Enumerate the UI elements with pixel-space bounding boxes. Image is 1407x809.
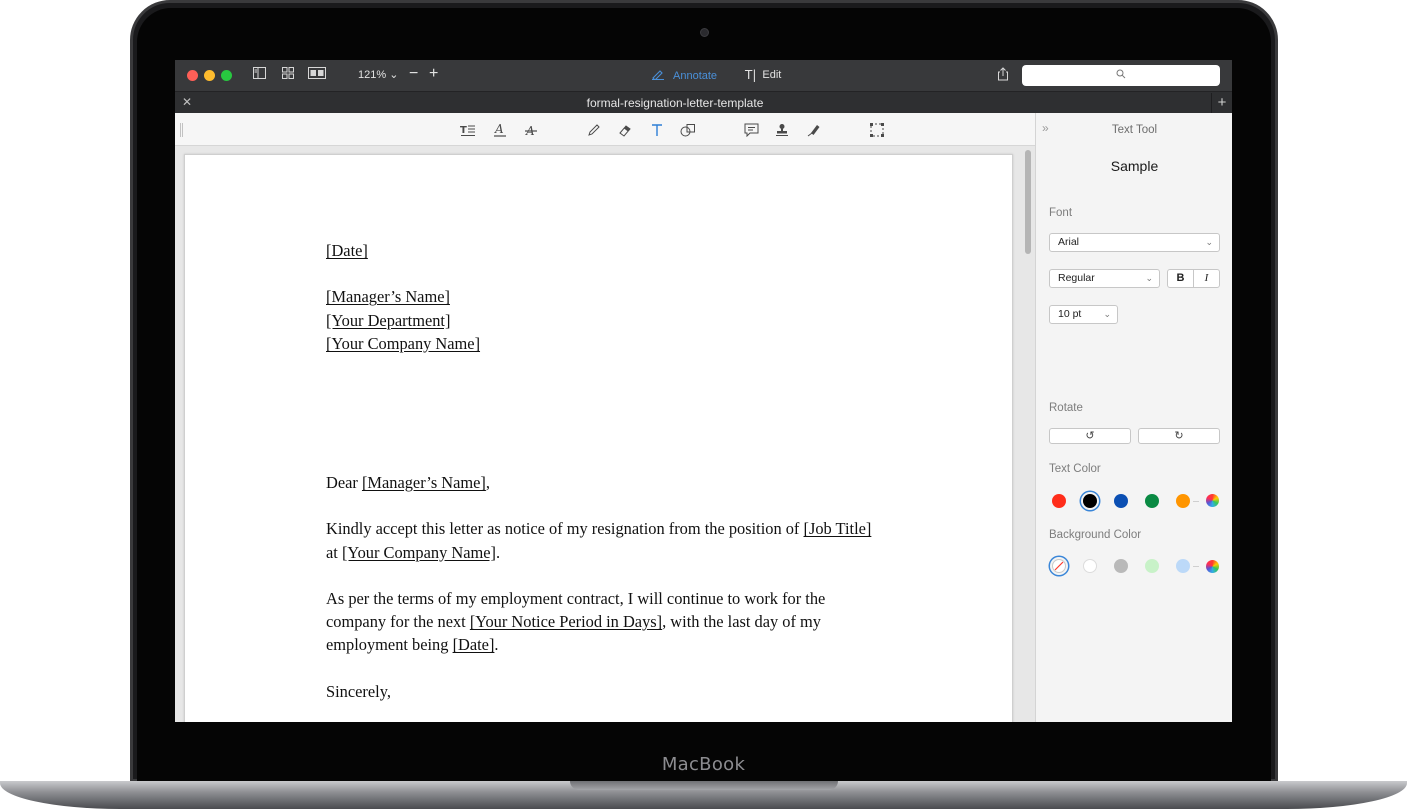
font-style-select[interactable]: Regular ⌄ [1049,269,1160,288]
text-color-label: Text Color [1049,463,1101,475]
letter-date: [Date] [326,241,368,260]
text-color-black[interactable] [1083,494,1097,508]
separator [1193,566,1199,567]
tab-bar: ✕ formal-resignation-letter-template + [175,91,1232,113]
letter-manager: [Manager’s Name] [326,287,450,307]
zoom-level: 121% [358,69,387,81]
rotate-left-button[interactable]: ↺ [1049,428,1131,444]
font-size-select[interactable]: 10 pt ⌄ [1049,305,1118,324]
rotate-label: Rotate [1049,402,1083,414]
annotate-mode-button[interactable]: Annotate [651,68,717,83]
rotate-left-icon: ↺ [1085,430,1095,442]
document-viewer[interactable]: [Date] [Manager’s Name] [Your Department… [175,146,1035,722]
text-color-orange[interactable] [1176,494,1190,508]
rotate-right-button[interactable]: ↻ [1138,428,1220,444]
window-close-button[interactable] [187,70,198,81]
search-input[interactable] [1022,65,1220,86]
color-wheel-icon[interactable] [1206,560,1219,573]
pencil-icon[interactable] [584,120,604,140]
share-icon[interactable] [997,67,1009,84]
new-tab-button[interactable]: + [1211,93,1232,113]
signature-icon[interactable] [804,120,824,140]
chevron-down-icon: ⌄ [1145,273,1153,283]
thumbnails-view-icon[interactable] [282,67,294,83]
annotate-label: Annotate [673,69,718,82]
rotate-right-icon: ↻ [1174,430,1184,442]
zoom-in-button[interactable]: + [429,65,438,83]
svg-text:A: A [494,123,504,136]
text-tool-icon[interactable] [647,120,667,140]
device-label: MacBook [661,754,746,775]
search-icon [1116,69,1126,82]
camera-icon [700,28,709,37]
toolbar-grip[interactable] [180,123,183,137]
zoom-out-button[interactable]: − [409,65,418,83]
text-tool-panel: » Text Tool Sample Font Arial ⌄ Regular … [1035,113,1232,722]
chevron-down-icon: ⌄ [1103,309,1111,319]
edit-label: Edit [762,69,782,81]
pen-icon [651,68,665,83]
letter-closing: Sincerely, [326,681,391,701]
app-window: 121% ⌄ − + Annotate T| Edit ✕ formal-res… [175,60,1232,722]
font-label: Font [1049,207,1073,219]
selection-icon[interactable] [867,120,887,140]
letter-paragraph-1: Kindly accept this letter as notice of m… [326,519,872,562]
note-icon[interactable] [741,120,761,140]
annotation-toolbar: T A A [175,113,1035,146]
text-color-green[interactable] [1145,494,1159,508]
font-sample: Sample [1110,158,1159,174]
letter-body: [Date] [Manager’s Name] [Your Department… [326,239,886,703]
panel-title: Text Tool [1111,124,1158,136]
no-color-swatch[interactable] [1052,559,1066,573]
scroll-thumb[interactable] [1025,150,1031,254]
letter-company: [Your Company Name] [326,333,481,353]
bg-color-green[interactable] [1145,559,1159,573]
letter-salutation: Dear [Manager’s Name], [326,472,491,492]
edit-mode-button[interactable]: T| Edit [745,68,781,82]
separator [1193,501,1199,502]
bold-italic-toggle: B I [1167,269,1220,288]
laptop-notch [570,781,838,790]
sidebar-toggle-icon[interactable] [253,67,266,83]
bg-color-gray[interactable] [1114,559,1128,573]
bg-color-blue[interactable] [1176,559,1190,573]
text-color-blue[interactable] [1114,494,1128,508]
font-style-value: Regular [1058,272,1095,284]
background-color-label: Background Color [1049,529,1142,541]
font-family-select[interactable]: Arial ⌄ [1049,233,1220,252]
text-cursor-icon: T| [745,68,757,82]
color-wheel-icon[interactable] [1206,494,1219,507]
font-family-value: Arial [1058,236,1080,248]
font-size-value: 10 pt [1058,308,1082,320]
chevron-down-icon: ⌄ [389,69,399,81]
chevron-down-icon: ⌄ [1205,237,1213,247]
pdf-page[interactable]: [Date] [Manager’s Name] [Your Department… [184,154,1013,722]
strikethrough-icon[interactable]: A [521,120,541,140]
shapes-icon[interactable] [678,120,698,140]
text-color-red[interactable] [1052,494,1066,508]
bold-button[interactable]: B [1168,270,1193,287]
highlight-text-icon[interactable]: A [490,120,510,140]
eraser-icon[interactable] [615,120,635,140]
letter-department: [Your Department] [326,310,451,330]
text-box-icon[interactable]: T [458,120,478,140]
letter-paragraph-2: As per the terms of my employment contra… [326,588,826,655]
page-layout-icon[interactable] [308,67,326,83]
zoom-dropdown[interactable]: 121% ⌄ [358,68,398,81]
vertical-scrollbar[interactable] [1023,146,1035,722]
title-bar: 121% ⌄ − + Annotate T| Edit [175,60,1232,91]
stamp-icon[interactable] [772,120,792,140]
bg-color-white[interactable] [1083,559,1097,573]
tab-title[interactable]: formal-resignation-letter-template [175,96,1175,110]
italic-button[interactable]: I [1193,270,1219,287]
svg-text:T: T [460,125,467,136]
window-minimize-button[interactable] [204,70,215,81]
window-maximize-button[interactable] [221,70,232,81]
